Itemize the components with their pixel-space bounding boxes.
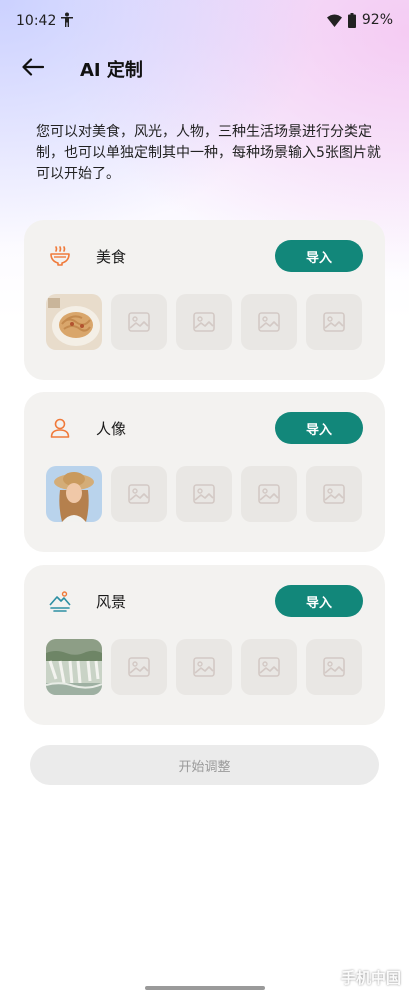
image-placeholder-icon xyxy=(258,484,280,504)
empty-image-slot[interactable] xyxy=(111,466,167,522)
image-slots-portrait xyxy=(46,466,362,522)
start-adjust-button[interactable]: 开始调整 xyxy=(30,745,379,785)
image-placeholder-icon xyxy=(323,484,345,504)
empty-image-slot[interactable] xyxy=(241,639,297,695)
landscape-icon xyxy=(49,591,71,612)
battery-icon xyxy=(347,12,356,28)
empty-image-slot[interactable] xyxy=(306,466,362,522)
empty-image-slot[interactable] xyxy=(306,294,362,350)
image-placeholder-icon xyxy=(193,312,215,332)
image-placeholder-icon xyxy=(258,657,280,677)
person-icon xyxy=(50,418,70,438)
import-button-portrait[interactable]: 导入 xyxy=(275,412,363,444)
bowl-icon xyxy=(50,246,70,266)
image-placeholder-icon xyxy=(128,657,150,677)
back-button[interactable] xyxy=(18,52,48,82)
watermark-text: 手机中国 xyxy=(340,969,401,987)
import-button-food[interactable]: 导入 xyxy=(275,240,363,272)
image-slots-landscape xyxy=(46,639,362,695)
back-arrow-icon xyxy=(22,58,44,76)
landscape-photo-image xyxy=(46,639,102,695)
empty-image-slot[interactable] xyxy=(176,466,232,522)
empty-image-slot[interactable] xyxy=(306,639,362,695)
accessibility-icon xyxy=(61,12,73,27)
empty-image-slot[interactable] xyxy=(111,639,167,695)
image-placeholder-icon xyxy=(323,657,345,677)
home-indicator[interactable] xyxy=(145,986,265,990)
category-card-landscape: 风景 导入 xyxy=(24,565,385,725)
empty-image-slot[interactable] xyxy=(111,294,167,350)
empty-image-slot[interactable] xyxy=(176,294,232,350)
category-card-portrait: 人像 导入 xyxy=(24,392,385,552)
page-title: AI 定制 xyxy=(80,60,143,81)
food-photo-image xyxy=(46,294,102,350)
landscape-photo-thumbnail[interactable] xyxy=(46,639,102,695)
image-slots-food xyxy=(46,294,362,350)
battery-percent: 92% xyxy=(361,12,393,28)
portrait-photo-thumbnail[interactable] xyxy=(46,466,102,522)
empty-image-slot[interactable] xyxy=(241,466,297,522)
status-bar: 10:42 92% xyxy=(0,0,409,44)
image-placeholder-icon xyxy=(323,312,345,332)
food-photo-thumbnail[interactable] xyxy=(46,294,102,350)
image-placeholder-icon xyxy=(128,484,150,504)
status-right: 92% xyxy=(326,12,393,28)
category-label: 美食 xyxy=(96,248,127,266)
description-text: 您可以对美食，风光，人物，三种生活场景进行分类定制，也可以单独定制其中一种，每种… xyxy=(36,124,381,182)
empty-image-slot[interactable] xyxy=(241,294,297,350)
header: AI 定制 xyxy=(0,48,409,88)
portrait-photo-image xyxy=(46,466,102,522)
import-button-landscape[interactable]: 导入 xyxy=(275,585,363,617)
empty-image-slot[interactable] xyxy=(176,639,232,695)
image-placeholder-icon xyxy=(128,312,150,332)
image-placeholder-icon xyxy=(193,657,215,677)
wifi-icon xyxy=(326,14,342,27)
image-placeholder-icon xyxy=(193,484,215,504)
image-placeholder-icon xyxy=(258,312,280,332)
category-card-food: 美食 导入 xyxy=(24,220,385,380)
category-label: 人像 xyxy=(96,420,127,438)
status-time: 10:42 xyxy=(16,13,57,29)
category-label: 风景 xyxy=(96,593,127,611)
